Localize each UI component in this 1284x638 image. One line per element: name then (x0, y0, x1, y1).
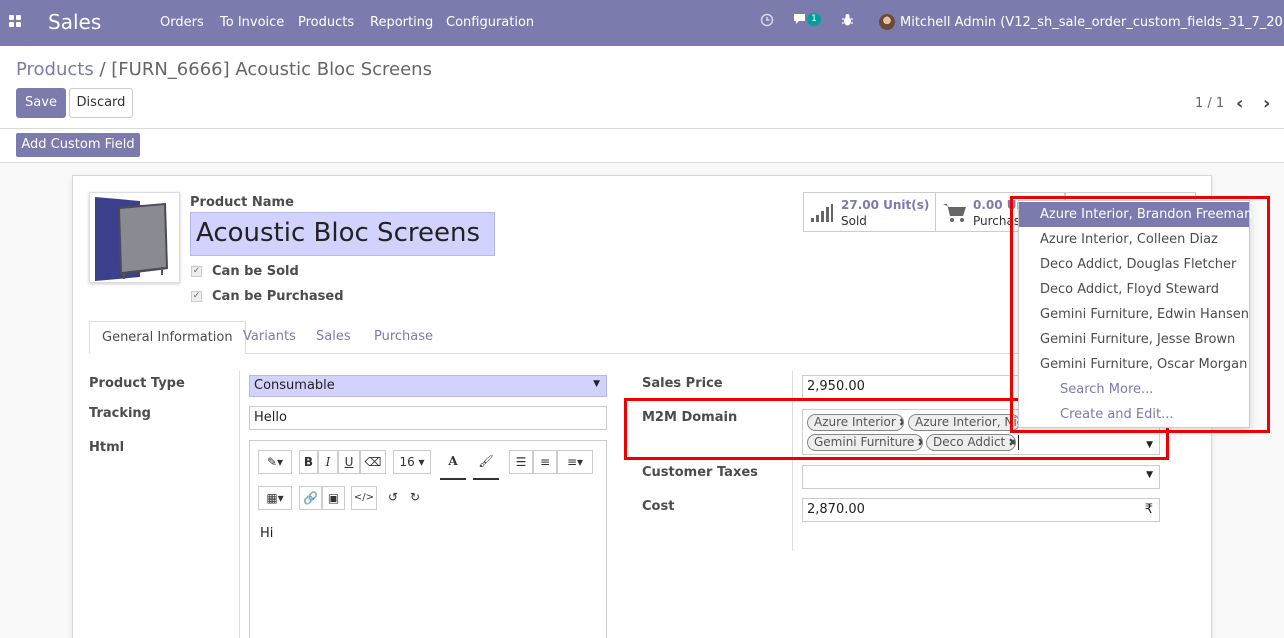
product-type-value: Consumable (254, 378, 335, 393)
menu-to-invoice[interactable]: To Invoice (220, 15, 284, 30)
menu-configuration[interactable]: Configuration (446, 15, 534, 30)
clock-icon[interactable] (760, 13, 774, 31)
breadcrumb: Products / [FURN_6666] Acoustic Bloc Scr… (16, 59, 432, 80)
editor-content[interactable]: Hi (260, 526, 273, 541)
html-label: Html (89, 440, 125, 455)
cost-label: Cost (642, 499, 675, 514)
italic-button[interactable]: I (318, 450, 338, 474)
image-icon[interactable]: ▣ (322, 486, 345, 510)
cost-value: 2,870.00 (807, 502, 865, 517)
user-menu[interactable]: Mitchell Admin (V12_sh_sale_order_custom… (900, 15, 1284, 30)
font-color-icon[interactable]: A (440, 450, 466, 474)
paintbrush-icon[interactable]: 🖌 (473, 450, 499, 474)
breadcrumb-products-link[interactable]: Products (16, 59, 94, 80)
sold-label: Sold (841, 214, 867, 228)
product-name-label: Product Name (190, 195, 294, 210)
discard-button[interactable]: Discard (69, 88, 133, 118)
font-size-value: 16 (399, 455, 415, 469)
dropdown-highlight-box (1010, 196, 1270, 433)
pager-previous-icon[interactable]: ‹ (1236, 93, 1243, 114)
menu-reporting[interactable]: Reporting (370, 15, 433, 30)
user-avatar[interactable] (879, 14, 895, 30)
font-color-bar (440, 478, 466, 480)
customer-taxes-field[interactable]: ▼ (802, 465, 1160, 489)
redo-icon[interactable]: ↻ (405, 486, 425, 510)
save-button[interactable]: Save (16, 88, 66, 118)
code-view-icon[interactable]: </> (351, 486, 377, 510)
background-color-bar (473, 478, 499, 480)
align-dropdown-icon[interactable]: ≡▾ (557, 450, 593, 474)
bullet-list-icon[interactable]: ☰ (509, 450, 533, 474)
table-icon[interactable]: ▦▾ (258, 486, 292, 510)
cost-input[interactable]: 2,870.00 ₹ (802, 498, 1160, 522)
product-type-select[interactable]: Consumable ▼ (249, 375, 607, 397)
tab-sales[interactable]: Sales (316, 321, 351, 354)
add-custom-field-button[interactable]: Add Custom Field (16, 133, 140, 157)
chevron-down-icon: ▼ (1146, 470, 1153, 480)
html-editor: ✎▾ B I U ⌫ 16 ▾ A 🖌 ☰ ≡ ≡▾ ▦▾ 🔗 ▣ </> ↺ … (249, 440, 607, 638)
tracking-input[interactable]: Hello (249, 406, 607, 430)
undo-icon[interactable]: ↺ (383, 486, 403, 510)
font-size-dropdown[interactable]: 16 ▾ (393, 450, 431, 474)
chat-count-badge: 1 (807, 13, 821, 26)
bold-button[interactable]: B (299, 450, 318, 474)
product-image[interactable] (89, 192, 180, 283)
numbered-list-icon[interactable]: ≡ (533, 450, 557, 474)
can-be-sold-checkbox[interactable]: ✓ (191, 266, 202, 277)
apps-menu-icon[interactable] (9, 15, 23, 29)
product-name-input[interactable]: Acoustic Bloc Screens (190, 212, 495, 256)
customer-taxes-label: Customer Taxes (642, 465, 758, 480)
breadcrumb-current: [FURN_6666] Acoustic Bloc Screens (111, 59, 432, 80)
menu-products[interactable]: Products (298, 15, 354, 30)
breadcrumb-separator: / (99, 59, 106, 80)
top-navbar: Sales Orders To Invoice Products Reporti… (0, 0, 1284, 46)
sales-price-label: Sales Price (642, 376, 723, 391)
left-column-divider (239, 371, 240, 638)
link-icon[interactable]: 🔗 (299, 486, 322, 510)
can-be-purchased-label: Can be Purchased (212, 289, 344, 304)
can-be-sold-label: Can be Sold (212, 264, 299, 279)
sold-stat-button[interactable]: 27.00 Unit(s) Sold (803, 192, 936, 232)
sales-price-input[interactable]: 2,950.00 (802, 375, 1032, 399)
currency-symbol: ₹ (1144, 502, 1153, 517)
tab-general-information[interactable]: General Information (89, 321, 246, 354)
bar-chart-icon (811, 204, 833, 222)
tracking-label: Tracking (89, 406, 151, 421)
magic-wand-icon[interactable]: ✎▾ (258, 450, 292, 474)
app-brand[interactable]: Sales (48, 10, 101, 34)
chat-icon[interactable] (793, 13, 808, 30)
cart-icon (943, 204, 966, 222)
can-be-purchased-checkbox[interactable]: ✓ (191, 291, 202, 302)
tab-purchase[interactable]: Purchase (374, 321, 433, 354)
chevron-down-icon: ▼ (593, 379, 600, 389)
pager-value[interactable]: 1 / 1 (1195, 96, 1224, 111)
menu-orders[interactable]: Orders (160, 15, 204, 30)
bug-icon[interactable] (841, 13, 854, 31)
sold-value: 27.00 Unit(s) (841, 198, 930, 212)
product-type-label: Product Type (89, 376, 185, 391)
tab-variants[interactable]: Variants (243, 321, 296, 354)
custom-field-bar: Add Custom Field (0, 129, 1284, 163)
underline-button[interactable]: U (338, 450, 360, 474)
control-panel: Products / [FURN_6666] Acoustic Bloc Scr… (0, 46, 1284, 129)
eraser-icon[interactable]: ⌫ (360, 450, 386, 474)
pager-next-icon[interactable]: › (1263, 93, 1270, 114)
